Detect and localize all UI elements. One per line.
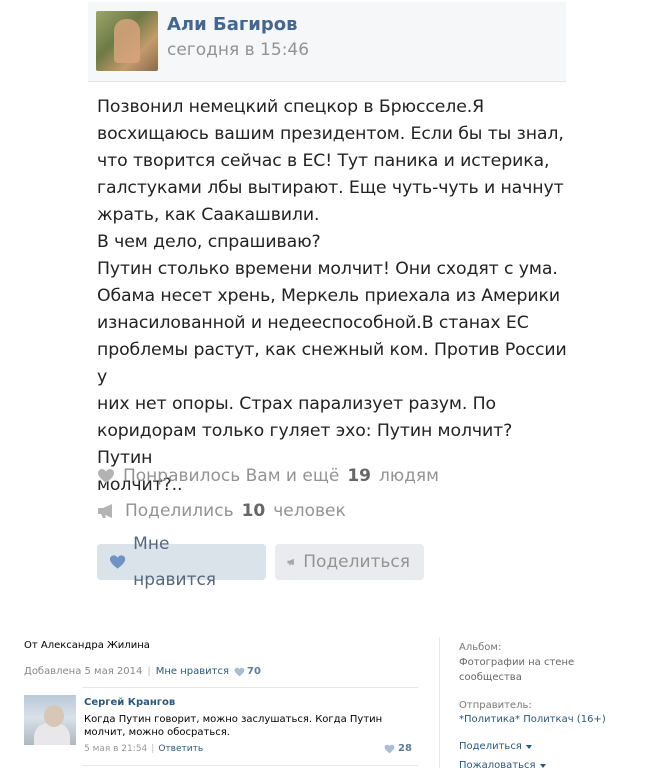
likes-suffix: людям xyxy=(378,466,439,486)
shares-prefix: Поделились xyxy=(125,501,234,521)
sidebar-report-label: Пожаловаться xyxy=(459,760,536,768)
divider xyxy=(82,687,418,688)
sender-link[interactable]: *Политика* Политкач (16+) xyxy=(459,712,606,727)
heart-icon xyxy=(384,744,395,753)
post-text: Позвонил немецкий спецкор в Брюсселе.Я в… xyxy=(97,97,567,495)
photo-from: От Александра Жилина xyxy=(24,640,150,651)
chevron-down-icon xyxy=(539,763,546,768)
album-label: Альбом: xyxy=(459,642,502,653)
comment-like-count: 28 xyxy=(398,743,412,754)
chevron-down-icon xyxy=(525,744,532,749)
shares-summary[interactable]: Поделились 10 человек xyxy=(97,498,346,524)
photo-like-count[interactable]: 70 xyxy=(234,666,261,677)
share-button-label: Поделиться xyxy=(303,552,410,572)
megaphone-icon xyxy=(98,504,112,518)
megaphone-icon xyxy=(287,558,294,566)
comment-author[interactable]: Сергей Крангов xyxy=(84,697,175,708)
author-avatar[interactable] xyxy=(96,11,158,71)
album-value[interactable]: Фотографии на стене сообщества xyxy=(459,655,574,685)
post-time[interactable]: сегодня в 15:46 xyxy=(167,40,309,60)
heart-icon xyxy=(98,469,114,483)
heart-icon xyxy=(109,555,126,569)
comment-time[interactable]: 5 мая в 21:54 xyxy=(84,744,147,754)
sidebar-report-menu[interactable]: Пожаловаться xyxy=(459,758,546,768)
separator: | xyxy=(151,744,155,754)
sidebar-divider xyxy=(439,637,440,768)
likes-prefix: Понравилось Вам и ещё xyxy=(123,466,340,486)
post-author[interactable]: Али Багиров xyxy=(167,14,298,35)
heart-icon xyxy=(234,667,245,676)
post-header: Али Багиров сегодня в 15:46 xyxy=(88,2,566,82)
divider xyxy=(82,765,418,766)
separator: | xyxy=(147,666,151,677)
photo-like-number: 70 xyxy=(247,666,261,677)
sidebar-share-label: Поделиться xyxy=(459,741,522,752)
comment-footer: 5 мая в 21:54 | Ответить xyxy=(84,744,203,754)
likes-summary[interactable]: Понравилось Вам и ещё 19 людям xyxy=(97,463,439,489)
photo-like-link[interactable]: Мне нравится xyxy=(156,666,229,677)
reply-link[interactable]: Ответить xyxy=(158,744,203,754)
shares-count: 10 xyxy=(241,501,266,521)
added-date: Добавлена 5 мая 2014 xyxy=(24,666,143,677)
comment-like-button[interactable]: 28 xyxy=(384,743,412,754)
like-button-label: Мне нравится xyxy=(133,534,217,590)
comment-text: Когда Путин говорит, можно заслушаться. … xyxy=(84,714,383,738)
likes-count: 19 xyxy=(347,466,371,486)
sender-label: Отправитель: xyxy=(459,700,532,711)
sidebar-share-menu[interactable]: Поделиться xyxy=(459,739,532,754)
photo-meta: Добавлена 5 мая 2014 | Мне нравится 70 xyxy=(24,666,261,677)
like-button[interactable]: Мне нравится xyxy=(97,534,266,590)
share-button[interactable]: Поделиться xyxy=(275,544,424,580)
shares-suffix: человек xyxy=(273,501,346,521)
commenter-avatar[interactable] xyxy=(24,695,76,745)
